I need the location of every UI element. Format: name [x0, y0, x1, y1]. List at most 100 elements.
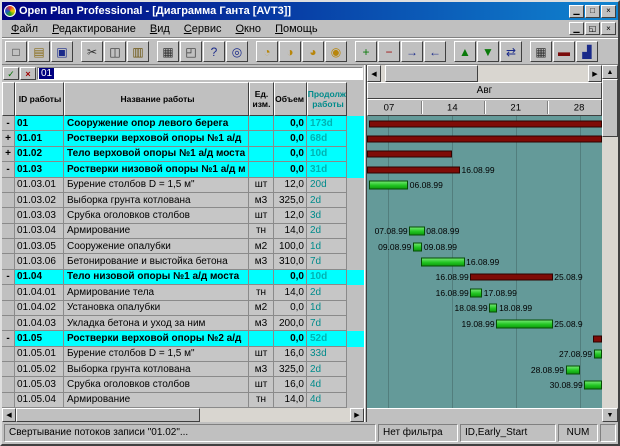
scroll-right-button[interactable]: ▶ — [350, 408, 364, 422]
table-row[interactable]: +01.01Ростверки верховой опоры №1 а/д0,0… — [2, 131, 364, 146]
cost-analysis-button[interactable]: ◕ — [302, 41, 324, 62]
header-volume[interactable]: Объем — [274, 82, 307, 116]
resource-analysis-button[interactable]: ◑ — [279, 41, 301, 62]
table-row[interactable]: 01.03.03Срубка оголовков столбовшт12,03d — [2, 208, 364, 223]
maximize-button[interactable]: □ — [585, 5, 600, 18]
spreadsheet-view-button[interactable]: ▦ — [530, 41, 552, 62]
minimize-button[interactable]: ▁ — [569, 5, 584, 18]
header-name[interactable]: Название работы — [64, 82, 249, 116]
task-bar[interactable] — [409, 227, 424, 236]
paste-button[interactable]: ▥ — [127, 41, 149, 62]
table-hscrollbar[interactable]: ◀ ▶ — [2, 408, 364, 422]
baseline-button[interactable]: ◉ — [325, 41, 347, 62]
cell-expand-toggle[interactable]: - — [2, 331, 15, 346]
cancel-edit-button[interactable]: × — [20, 67, 36, 80]
hscroll-track[interactable] — [16, 408, 350, 422]
table-row[interactable]: 01.04.03Укладка бетона и уход за нимм320… — [2, 316, 364, 331]
gantt-hscroll-track[interactable] — [381, 65, 588, 82]
table-row[interactable]: 01.05.04Армированиетн14,04d — [2, 393, 364, 408]
link-tasks-button[interactable]: ⇄ — [500, 41, 522, 62]
summary-bar[interactable] — [369, 120, 602, 127]
indent-button[interactable]: → — [401, 41, 423, 62]
table-row[interactable]: -01.04Тело низовой опоры №1 а/д моста0,0… — [2, 270, 364, 285]
vertical-scrollbar[interactable]: ▲ ▼ — [602, 65, 618, 422]
cell-expand-toggle[interactable]: - — [2, 270, 15, 285]
table-row[interactable]: 01.03.06Бетонирование и выстойка бетонам… — [2, 254, 364, 269]
gantt-hscrollbar[interactable]: ◀ ▶ — [367, 65, 602, 82]
header-id[interactable]: ID работы — [15, 82, 64, 116]
new-file-button[interactable]: □ — [5, 41, 27, 62]
table-row[interactable]: -01.05Ростверки верховой опоры №2 а/д0,0… — [2, 331, 364, 346]
menu-tools[interactable]: Сервис — [177, 22, 229, 36]
summary-bar[interactable] — [470, 274, 552, 281]
expand-outline-button[interactable]: + — [355, 41, 377, 62]
close-button[interactable]: × — [601, 5, 616, 18]
task-bar[interactable] — [421, 258, 464, 267]
table-row[interactable]: -01Сооружение опор левого берега0,0173d — [2, 116, 364, 131]
scroll-left-button[interactable]: ◀ — [2, 408, 16, 422]
summary-bar[interactable] — [367, 151, 452, 158]
cell-expand-toggle[interactable]: + — [2, 147, 15, 162]
histogram-view-button[interactable]: ▟ — [576, 41, 598, 62]
gantt-hscroll-thumb[interactable] — [385, 65, 478, 82]
table-row[interactable]: 01.05.02Выборка грунта котлованам3325,02… — [2, 362, 364, 377]
task-bar[interactable] — [584, 381, 602, 390]
task-bar[interactable] — [470, 288, 482, 297]
vscroll-thumb[interactable] — [602, 79, 618, 137]
open-file-button[interactable]: ▤ — [28, 41, 50, 62]
gantt-scroll-left-button[interactable]: ◀ — [367, 65, 381, 82]
move-up-button[interactable]: ▲ — [454, 41, 476, 62]
print-preview-button[interactable]: ◰ — [180, 41, 202, 62]
menu-file[interactable]: Файл — [4, 22, 45, 36]
vscroll-track[interactable] — [602, 79, 618, 408]
table-row[interactable]: +01.02Тело верховой опоры №1 а/д моста0,… — [2, 147, 364, 162]
table-row[interactable]: 01.03.05Сооружение опалубким2100,01d — [2, 239, 364, 254]
cell-expand-toggle[interactable]: - — [2, 116, 15, 131]
mdi-restore-button[interactable]: ◱ — [585, 22, 600, 35]
summary-bar[interactable] — [367, 136, 602, 143]
barchart-view-button[interactable]: ▬ — [553, 41, 575, 62]
collapse-outline-button[interactable]: − — [378, 41, 400, 62]
task-bar[interactable] — [369, 181, 408, 190]
mdi-minimize-button[interactable]: ▁ — [569, 22, 584, 35]
cell-expand-toggle[interactable]: - — [2, 162, 15, 177]
table-row[interactable]: 01.03.04Армированиетн14,02d — [2, 224, 364, 239]
task-bar[interactable] — [566, 365, 580, 374]
table-row[interactable]: 01.05.01Бурение столбов D = 1,5 м"шт16,0… — [2, 347, 364, 362]
table-row[interactable]: 01.05.03Срубка оголовков столбовшт16,04d — [2, 377, 364, 392]
menu-view[interactable]: Вид — [143, 22, 177, 36]
header-duration[interactable]: Продолж. работы — [307, 82, 347, 116]
copy-button[interactable]: ◫ — [104, 41, 126, 62]
task-bar[interactable] — [413, 242, 422, 251]
move-down-button[interactable]: ▼ — [477, 41, 499, 62]
scroll-down-button[interactable]: ▼ — [602, 408, 618, 422]
task-bar[interactable] — [496, 319, 552, 328]
print-button[interactable]: ▦ — [157, 41, 179, 62]
outdent-button[interactable]: ← — [424, 41, 446, 62]
cell-expand-toggle[interactable]: + — [2, 131, 15, 146]
table-row[interactable]: -01.03Ростверки низовой опоры №1 а/д м0,… — [2, 162, 364, 177]
menu-help[interactable]: Помощь — [268, 22, 325, 36]
gantt-scroll-right-button[interactable]: ▶ — [588, 65, 602, 82]
help-button[interactable]: ? — [203, 41, 225, 62]
task-bar[interactable] — [594, 350, 602, 359]
confirm-edit-button[interactable]: ✓ — [3, 67, 19, 80]
context-help-button[interactable]: ◎ — [226, 41, 248, 62]
cut-button[interactable]: ✂ — [81, 41, 103, 62]
menu-window[interactable]: Окно — [228, 22, 268, 36]
mdi-close-button[interactable]: × — [601, 22, 616, 35]
header-unit[interactable]: Ед. изм. — [249, 82, 274, 116]
table-row[interactable]: 01.03.02Выборка грунта котлованам3325,02… — [2, 193, 364, 208]
table-row[interactable]: 01.04.01Армирование телатн14,02d — [2, 285, 364, 300]
time-analysis-button[interactable]: ◔ — [256, 41, 278, 62]
summary-bar[interactable] — [593, 335, 602, 342]
table-row[interactable]: 01.03.01Бурение столбов D = 1,5 м"шт12,0… — [2, 178, 364, 193]
menu-edit[interactable]: Редактирование — [45, 22, 143, 36]
save-file-button[interactable]: ▣ — [51, 41, 73, 62]
task-bar[interactable] — [489, 304, 497, 313]
summary-bar[interactable] — [367, 166, 460, 173]
table-row[interactable]: 01.04.02Установка опалубким20,01d — [2, 301, 364, 316]
scroll-up-button[interactable]: ▲ — [602, 65, 618, 79]
hscroll-thumb[interactable] — [16, 408, 200, 422]
cell-edit-input[interactable]: 01 — [37, 67, 363, 80]
